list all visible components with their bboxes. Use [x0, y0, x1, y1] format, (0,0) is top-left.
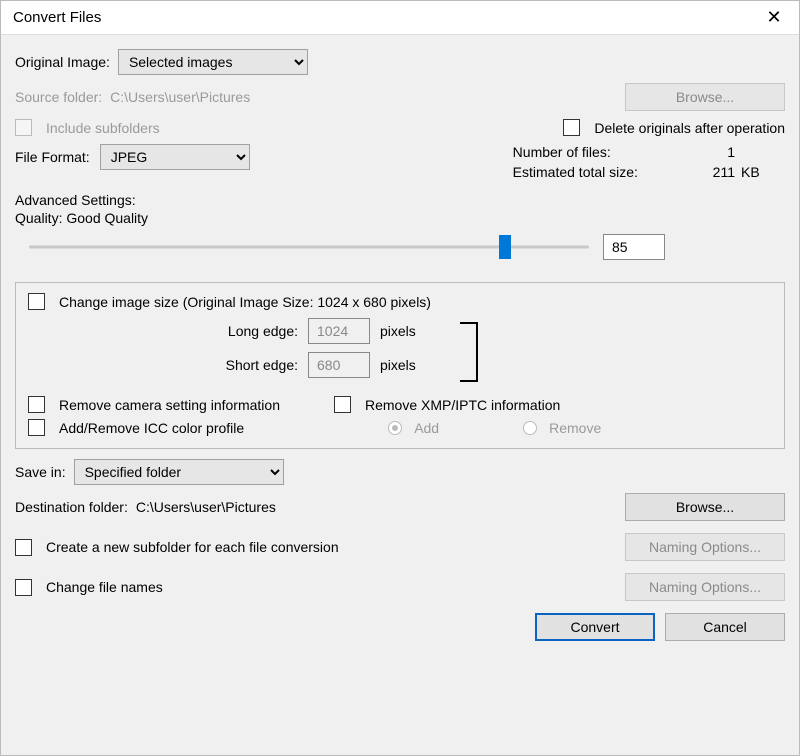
quality-value-input[interactable] — [603, 234, 665, 260]
include-subfolders-checkbox[interactable] — [15, 119, 32, 136]
delete-originals-label: Delete originals after operation — [594, 120, 785, 136]
convert-button[interactable]: Convert — [535, 613, 655, 641]
original-image-row: Original Image: Selected images — [15, 49, 785, 75]
slider-thumb[interactable] — [499, 235, 511, 259]
icc-row: Add/Remove ICC color profile Add Remove — [28, 419, 772, 436]
close-icon[interactable]: ✕ — [759, 7, 789, 28]
create-subfolder-checkbox[interactable] — [15, 539, 32, 556]
save-in-row: Save in: Specified folder — [15, 459, 785, 485]
quality-slider-row — [15, 226, 785, 274]
browse-destination-button[interactable]: Browse... — [625, 493, 785, 521]
destination-path: C:\Users\user\Pictures — [136, 499, 276, 515]
size-settings-box: Change image size (Original Image Size: … — [15, 282, 785, 449]
original-image-label: Original Image: — [15, 54, 110, 70]
naming-options-2-button[interactable]: Naming Options... — [625, 573, 785, 601]
change-image-size-checkbox[interactable] — [28, 293, 45, 310]
subfolder-delete-row: Include subfolders Delete originals afte… — [15, 119, 785, 136]
icc-remove-label: Remove — [549, 420, 601, 436]
file-format-select[interactable]: JPEG — [100, 144, 250, 170]
short-edge-unit: pixels — [380, 357, 416, 373]
num-files-label: Number of files: — [513, 144, 713, 160]
file-format-label: File Format: — [15, 149, 90, 165]
remove-camera-row: Remove camera setting information — [28, 396, 280, 413]
dialog-body: Original Image: Selected images Source f… — [1, 35, 799, 755]
long-edge-label: Long edge: — [188, 323, 298, 339]
file-stats: Number of files: 1 Estimated total size:… — [513, 144, 785, 180]
short-edge-label: Short edge: — [188, 357, 298, 373]
icc-remove-row: Remove — [523, 420, 601, 436]
change-file-names-label: Change file names — [46, 579, 163, 595]
icc-label: Add/Remove ICC color profile — [59, 420, 244, 436]
remove-xmp-row: Remove XMP/IPTC information — [334, 396, 560, 413]
est-size-label: Estimated total size: — [513, 164, 713, 180]
metadata-remove-row: Remove camera setting information Remove… — [28, 396, 772, 413]
icc-toggle-row: Add/Remove ICC color profile — [28, 419, 244, 436]
remove-camera-checkbox[interactable] — [28, 396, 45, 413]
dialog-footer: Convert Cancel — [15, 609, 785, 641]
quality-label: Quality: Good Quality — [15, 210, 785, 226]
icc-checkbox[interactable] — [28, 419, 45, 436]
cancel-button[interactable]: Cancel — [665, 613, 785, 641]
convert-files-dialog: Convert Files ✕ Original Image: Selected… — [0, 0, 800, 756]
long-edge-input[interactable] — [308, 318, 370, 344]
remove-xmp-checkbox[interactable] — [334, 396, 351, 413]
destination-row: Destination folder: C:\Users\user\Pictur… — [15, 493, 785, 521]
titlebar: Convert Files ✕ — [1, 1, 799, 35]
save-in-select[interactable]: Specified folder — [74, 459, 284, 485]
long-edge-unit: pixels — [380, 323, 416, 339]
icc-add-label: Add — [414, 420, 439, 436]
short-edge-input[interactable] — [308, 352, 370, 378]
source-folder-label: Source folder: — [15, 89, 102, 105]
subfolder-naming-row: Create a new subfolder for each file con… — [15, 533, 785, 561]
format-stats-row: File Format: JPEG Number of files: 1 Est… — [15, 144, 785, 180]
size-inputs-group: Long edge: pixels Short edge: pixels — [28, 318, 772, 390]
change-names-row: Change file names Naming Options... — [15, 573, 785, 601]
change-image-size-label: Change image size (Original Image Size: … — [59, 294, 431, 310]
advanced-heading: Advanced Settings: — [15, 192, 785, 208]
destination-label: Destination folder: — [15, 499, 128, 515]
remove-xmp-label: Remove XMP/IPTC information — [365, 397, 560, 413]
change-size-row: Change image size (Original Image Size: … — [28, 293, 772, 310]
delete-originals-checkbox[interactable] — [563, 119, 580, 136]
est-size-unit: KB — [735, 164, 785, 180]
browse-source-button[interactable]: Browse... — [625, 83, 785, 111]
bracket-icon — [460, 322, 478, 382]
short-edge-row: Short edge: pixels — [28, 352, 772, 378]
icc-add-row: Add — [388, 420, 439, 436]
num-files-value: 1 — [713, 144, 735, 160]
source-folder-path: C:\Users\user\Pictures — [110, 89, 250, 105]
save-in-label: Save in: — [15, 464, 66, 480]
quality-slider[interactable] — [29, 237, 589, 257]
advanced-settings: Advanced Settings: Quality: Good Quality — [15, 192, 785, 274]
original-image-select[interactable]: Selected images — [118, 49, 308, 75]
include-subfolders-label: Include subfolders — [46, 120, 160, 136]
window-title: Convert Files — [13, 9, 101, 26]
file-format-row: File Format: JPEG — [15, 144, 250, 170]
icc-remove-radio[interactable] — [523, 421, 537, 435]
naming-options-1-button[interactable]: Naming Options... — [625, 533, 785, 561]
source-folder-row: Source folder: C:\Users\user\Pictures Br… — [15, 83, 785, 111]
create-subfolder-label: Create a new subfolder for each file con… — [46, 539, 339, 555]
change-file-names-checkbox[interactable] — [15, 579, 32, 596]
long-edge-row: Long edge: pixels — [28, 318, 772, 344]
est-size-value: 211 — [713, 164, 735, 180]
remove-camera-label: Remove camera setting information — [59, 397, 280, 413]
icc-add-radio[interactable] — [388, 421, 402, 435]
